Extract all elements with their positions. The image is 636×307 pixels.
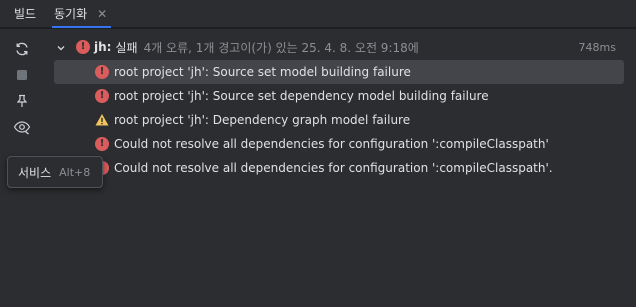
tooltip-shortcut: Alt+8 [59,165,91,179]
tab-build-label: 빌드 [14,7,37,21]
sync-status: 실패 [115,40,138,55]
tree-root-row[interactable]: ! jh: 실패 4개 오류, 1개 경고이(가) 있는 25. 4. 8. 오… [54,36,624,58]
sync-results-tree: ! jh: 실패 4개 오류, 1개 경고이(가) 있는 25. 4. 8. 오… [54,29,636,307]
tree-item-message: Could not resolve all dependencies for c… [114,161,553,175]
tree-item-message: root project 'jh': Dependency graph mode… [114,113,411,127]
tab-sync[interactable]: 동기화 ✕ [52,0,112,28]
tree-item[interactable]: root project 'jh': Dependency graph mode… [54,108,624,132]
tree-item-message: root project 'jh': Source set model buil… [114,65,411,79]
tree-item-message: Could not resolve all dependencies for c… [114,137,549,151]
eye-icon[interactable] [11,116,33,138]
sync-icon[interactable] [11,38,33,60]
sync-summary: 4개 오류, 1개 경고이(가) 있는 25. 4. 8. 오전 9:18에 [143,40,419,55]
error-icon: ! [95,89,109,103]
error-icon: ! [95,65,109,79]
project-name: jh: [94,40,112,54]
tree-item-message: root project 'jh': Source set dependency… [114,89,489,103]
tab-sync-label: 동기화 [54,7,88,21]
tree-item[interactable]: ! Could not resolve all dependencies for… [54,156,624,180]
tab-active-indicator [52,26,112,28]
tree-item[interactable]: ! Could not resolve all dependencies for… [54,132,624,156]
tab-build[interactable]: 빌드 [14,0,36,28]
error-icon: ! [95,137,109,151]
stop-icon[interactable] [11,64,33,86]
services-tooltip: 서비스 Alt+8 [7,156,103,188]
tree-item[interactable]: ! root project 'jh': Source set model bu… [54,60,624,84]
sync-duration: 748ms [578,40,616,54]
pin-icon[interactable] [11,90,33,112]
error-icon: ! [76,40,90,54]
chevron-down-icon[interactable] [56,42,66,56]
tool-window-tab-bar: 빌드 동기화 ✕ [0,0,636,28]
tab-close-icon[interactable]: ✕ [97,0,107,28]
tooltip-label: 서비스 [18,165,52,180]
tree-item[interactable]: ! root project 'jh': Source set dependen… [54,84,624,108]
warning-icon [95,113,109,127]
